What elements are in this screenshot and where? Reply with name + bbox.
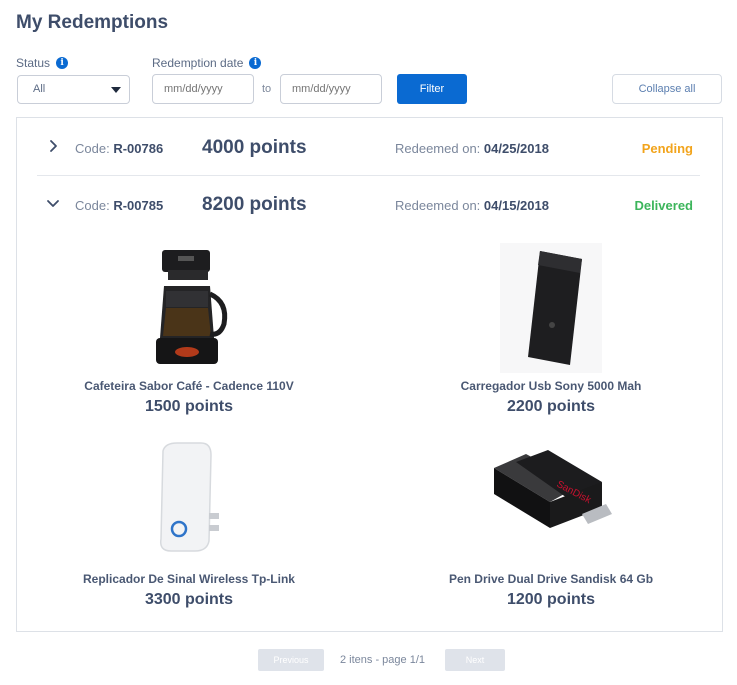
code-label: Code: R-00786	[75, 141, 163, 156]
date-from-input[interactable]	[152, 74, 254, 104]
next-button[interactable]: Next	[445, 649, 505, 671]
product-name: Carregador Usb Sony 5000 Mah	[460, 379, 642, 393]
redemptions-panel: Code: R-00786 4000 points Redeemed on: 0…	[16, 117, 723, 632]
status-label: Status i	[16, 56, 69, 70]
coffee-maker-icon	[119, 243, 259, 373]
collapse-all-button[interactable]: Collapse all	[612, 74, 722, 104]
redemption-points: 8200 points	[202, 194, 307, 215]
code-prefix: Code:	[75, 198, 114, 213]
product-card: Replicador De Sinal Wireless Tp-Link 330…	[39, 438, 339, 609]
filter-button[interactable]: Filter	[397, 74, 467, 104]
redemption-date-label-text: Redemption date	[152, 56, 244, 70]
code-value: R-00786	[113, 141, 164, 156]
product-points: 1200 points	[506, 591, 596, 608]
product-name: Pen Drive Dual Drive Sandisk 64 Gb	[448, 572, 654, 586]
caret-down-icon	[111, 87, 121, 93]
to-label: to	[262, 83, 272, 95]
status-select[interactable]: All	[17, 75, 130, 104]
product-points: 2200 points	[506, 398, 596, 415]
product-points: 3300 points	[144, 591, 234, 608]
status-label-text: Status	[16, 56, 51, 70]
product-name: Cafeteira Sabor Café - Cadence 110V	[84, 379, 294, 393]
redemption-points: 4000 points	[202, 137, 307, 158]
status-select-value: All	[33, 83, 46, 95]
redeemed-prefix: Redeemed on:	[395, 198, 484, 213]
redemption-row[interactable]: Code: R-00786 4000 points Redeemed on: 0…	[17, 119, 722, 176]
redeemed-date: 04/25/2018	[483, 141, 549, 156]
product-name: Replicador De Sinal Wireless Tp-Link	[83, 572, 295, 586]
chevron-down-icon[interactable]	[46, 196, 60, 210]
power-bank-icon	[481, 243, 621, 373]
pagination: Previous 2 itens - page 1/1 Next	[0, 649, 737, 671]
page-info: 2 itens - page 1/1	[340, 654, 426, 666]
info-icon[interactable]: i	[249, 57, 262, 69]
date-to-input[interactable]	[280, 74, 382, 104]
status-badge: Pending	[641, 141, 693, 156]
redeemed-on-label: Redeemed on: 04/25/2018	[395, 141, 549, 156]
previous-button[interactable]: Previous	[258, 649, 324, 671]
wifi-extender-icon	[119, 438, 259, 558]
page-title: My Redemptions	[16, 12, 169, 33]
redeemed-prefix: Redeemed on:	[395, 141, 484, 156]
redemption-date-label: Redemption date i	[152, 56, 262, 70]
redeemed-date: 04/15/2018	[483, 198, 549, 213]
code-prefix: Code:	[75, 141, 114, 156]
product-points: 1500 points	[144, 398, 234, 415]
code-value: R-00785	[113, 198, 164, 213]
info-icon[interactable]: i	[56, 57, 69, 69]
redemption-row[interactable]: Code: R-00785 8200 points Redeemed on: 0…	[17, 176, 722, 232]
usb-drive-icon: SanDisk	[481, 438, 621, 558]
product-card: Cafeteira Sabor Café - Cadence 110V 1500…	[39, 243, 339, 416]
status-badge: Delivered	[634, 198, 693, 213]
code-label: Code: R-00785	[75, 198, 163, 213]
product-card: SanDisk Pen Drive Dual Drive Sandisk 64 …	[401, 438, 701, 609]
redeemed-on-label: Redeemed on: 04/15/2018	[395, 198, 549, 213]
chevron-right-icon[interactable]	[46, 139, 60, 153]
product-card: Carregador Usb Sony 5000 Mah 2200 points	[401, 243, 701, 416]
